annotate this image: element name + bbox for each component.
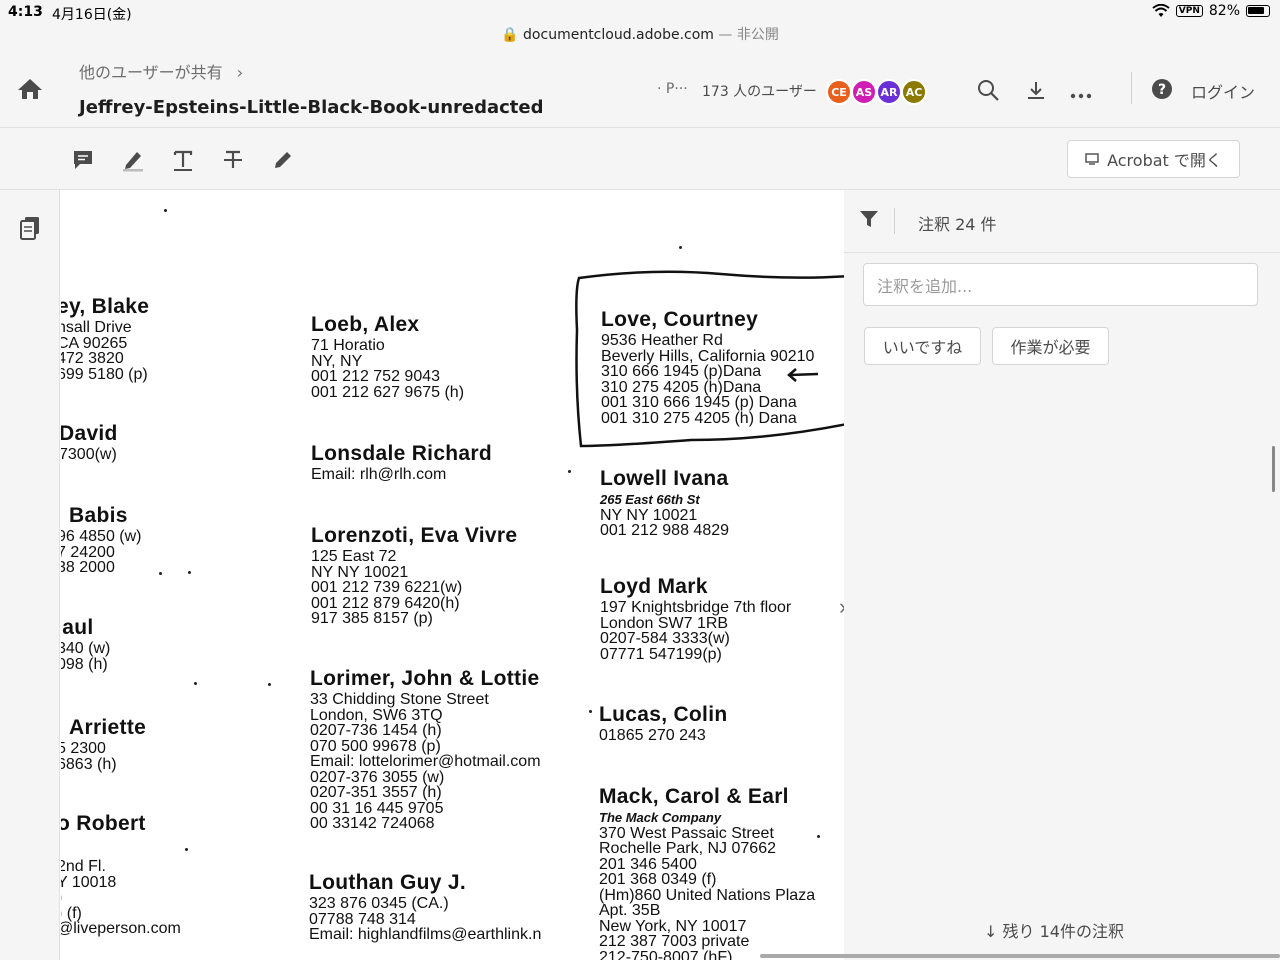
open-in-acrobat-label: Acrobat で開く: [1107, 151, 1222, 170]
contact-entry: Loeb, Alex 71 Horatio NY, NY 001 212 752…: [311, 313, 465, 401]
scan-speck: [194, 682, 197, 685]
address-bar[interactable]: 🔒 documentcloud.adobe.com — 非公開: [0, 24, 1280, 44]
avatar[interactable]: AC: [901, 79, 927, 105]
login-button[interactable]: ログイン: [1191, 79, 1255, 103]
like-button[interactable]: いいですね: [864, 327, 981, 365]
open-in-acrobat-button[interactable]: Acrobat で開く: [1067, 140, 1240, 178]
battery-percent: 82%: [1208, 3, 1240, 19]
like-label: いいですね: [882, 338, 963, 357]
panel-divider: [894, 208, 895, 234]
svg-text:?: ?: [1158, 82, 1166, 98]
contact-entry: Lorenzoti, Eva Vivre 125 East 72 NY NY 1…: [311, 524, 518, 627]
wifi-icon: [1152, 4, 1170, 17]
highlight-icon[interactable]: [121, 148, 145, 172]
users-count[interactable]: 173 人のユーザー: [702, 81, 817, 101]
home-icon[interactable]: [17, 77, 43, 101]
contact-entry: 2nd Fl. Y 10018 ) ) (f) @liveperson.com: [61, 858, 181, 937]
contact-entry: Louthan Guy J. 323 876 0345 (CA.) 07788 …: [309, 871, 542, 943]
contact-entry: Lowell Ivana 265 East 66th St NY NY 1002…: [600, 467, 730, 539]
comments-panel: 注釈 24 件 注釈を追加... いいですね 作業が必要 ↓ 残り 14件の注釈: [844, 190, 1280, 960]
contact-entry: Lonsdale Richard Email: rlh@rlh.com: [311, 442, 493, 483]
document-page-view[interactable]: ey, Blake nsall Drive CA 90265 472 3820 …: [61, 190, 844, 960]
app-header: 他のユーザーが共有 › Jeffrey-Epsteins-Little-Black…: [0, 48, 1280, 128]
chevron-right-icon: ›: [236, 63, 244, 82]
add-comment-placeholder: 注釈を追加...: [877, 276, 973, 296]
avatar-group[interactable]: CE AS AR AC: [826, 79, 927, 105]
scan-speck: [817, 835, 820, 838]
contact-entry: Lorimer, John & Lottie 33 Chidding Stone…: [310, 667, 541, 832]
scan-speck: [589, 710, 592, 713]
avatar[interactable]: CE: [826, 79, 852, 105]
needs-work-button[interactable]: 作業が必要: [992, 327, 1109, 365]
avatar[interactable]: AR: [876, 79, 902, 105]
contact-entry: ey, Blake nsall Drive CA 90265 472 3820 …: [61, 295, 150, 383]
privacy-label: — 非公開: [718, 27, 779, 43]
remaining-comments-link[interactable]: ↓ 残り 14件の注釈: [984, 918, 1124, 942]
arrow-down-icon: ↓: [984, 922, 998, 941]
download-icon[interactable]: [1024, 78, 1048, 102]
horizontal-scrollbar[interactable]: [760, 954, 1280, 958]
scan-speck: [679, 246, 682, 249]
more-options-icon[interactable]: [1069, 78, 1093, 102]
comment-count: 注釈 24 件: [918, 215, 997, 234]
monitor-icon: [1085, 153, 1099, 165]
scan-speck: [568, 470, 571, 473]
document-title: Jeffrey-Epsteins-Little-Black-Book-unred…: [79, 97, 544, 118]
add-comment-input[interactable]: 注釈を追加...: [863, 263, 1258, 306]
text-icon[interactable]: [171, 148, 195, 172]
contact-entry: David 7300(w): [61, 422, 118, 463]
scan-speck: [268, 683, 271, 686]
comment-icon[interactable]: [71, 148, 95, 172]
breadcrumb-label: 他のユーザーが共有: [79, 63, 223, 82]
contact-entry: Arriette 5 2300 6863 (h): [61, 716, 147, 773]
scan-speck: [164, 209, 167, 212]
search-icon[interactable]: [976, 78, 1000, 102]
contact-entry: Babis 96 4850 (w) 7 24200 38 2000: [61, 504, 142, 576]
left-rail: [0, 190, 60, 960]
panel-divider: [844, 252, 1280, 253]
strikethrough-icon[interactable]: [221, 148, 245, 172]
draw-pencil-icon[interactable]: [271, 148, 295, 172]
remaining-label: 残り 14件の注釈: [1002, 922, 1124, 941]
date: 4月16日(金): [52, 7, 132, 23]
vpn-badge: VPN: [1175, 5, 1203, 17]
page-thumbnails-icon[interactable]: [19, 216, 41, 240]
ios-status-bar: 4:13 4月16日(金) 🔒 documentcloud.adobe.com …: [0, 0, 1280, 48]
breadcrumb[interactable]: 他のユーザーが共有 ›: [79, 59, 243, 83]
lock-icon: 🔒: [501, 27, 519, 43]
needs-work-label: 作業が必要: [1010, 338, 1091, 357]
contact-entry: o Robert: [61, 812, 146, 835]
scan-speck: [188, 571, 191, 574]
vertical-scrollbar[interactable]: [1272, 446, 1275, 492]
contact-entry: Loyd Mark 197 Knightsbridge 7th floor Lo…: [600, 575, 792, 663]
avatar[interactable]: AS: [851, 79, 877, 105]
status-icons: VPN 82%: [1152, 3, 1270, 19]
contact-entry: Love, Courtney 9536 Heather Rd Beverly H…: [601, 308, 815, 427]
battery-icon: [1246, 5, 1270, 17]
contact-entry: 'aul 340 (w) 098 (h): [61, 616, 111, 673]
contact-entry: Mack, Carol & Earl The Mack Company 370 …: [599, 785, 816, 960]
filter-icon[interactable]: [858, 208, 880, 230]
hand-drawn-arrow: [787, 368, 819, 382]
scan-speck: [159, 572, 162, 575]
help-icon[interactable]: ?: [1150, 77, 1174, 101]
url-text: documentcloud.adobe.com: [523, 27, 714, 43]
scan-speck: [185, 848, 188, 851]
people-prefix: · P···: [657, 81, 688, 97]
annotation-toolbar: Acrobat で開く: [0, 128, 1280, 190]
header-divider: [1131, 72, 1132, 104]
contact-entry: Lucas, Colin 01865 270 243: [599, 703, 728, 744]
clock: 4:13: [8, 4, 43, 20]
